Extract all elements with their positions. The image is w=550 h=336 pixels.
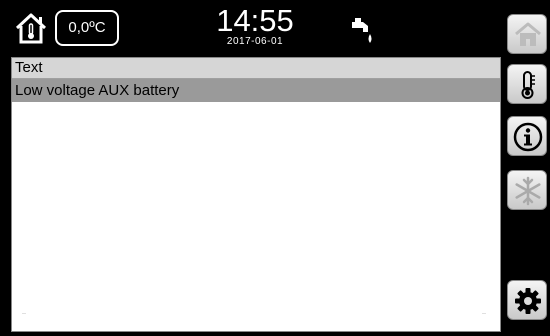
home-icon xyxy=(515,22,541,46)
sidebar xyxy=(503,0,550,336)
clock: 14:55 2017-06-01 xyxy=(200,3,310,48)
temperature-value: 0,0ºC xyxy=(68,19,106,36)
info-button[interactable] xyxy=(507,116,547,156)
thermometer-icon xyxy=(521,71,535,99)
temperature-button[interactable]: 0,0ºC xyxy=(55,10,119,46)
temperature-settings-button[interactable] xyxy=(507,64,547,104)
corner-mark xyxy=(482,313,486,314)
info-icon xyxy=(513,122,543,152)
tap-water-icon xyxy=(350,16,376,46)
clock-time: 14:55 xyxy=(216,3,294,38)
corner-mark xyxy=(22,313,26,314)
settings-button[interactable] xyxy=(507,280,547,320)
status-bar: 0,0ºC 14:55 2017-06-01 xyxy=(0,0,503,54)
list-item[interactable]: Low voltage AUX battery xyxy=(12,79,500,102)
home-temperature-icon[interactable] xyxy=(14,12,48,46)
home-button[interactable] xyxy=(507,14,547,54)
cooling-button[interactable] xyxy=(507,170,547,210)
message-list: Text Low voltage AUX battery xyxy=(11,57,501,332)
snowflake-icon xyxy=(515,176,541,206)
gear-icon xyxy=(515,288,541,314)
column-header-text: Text xyxy=(12,58,500,79)
